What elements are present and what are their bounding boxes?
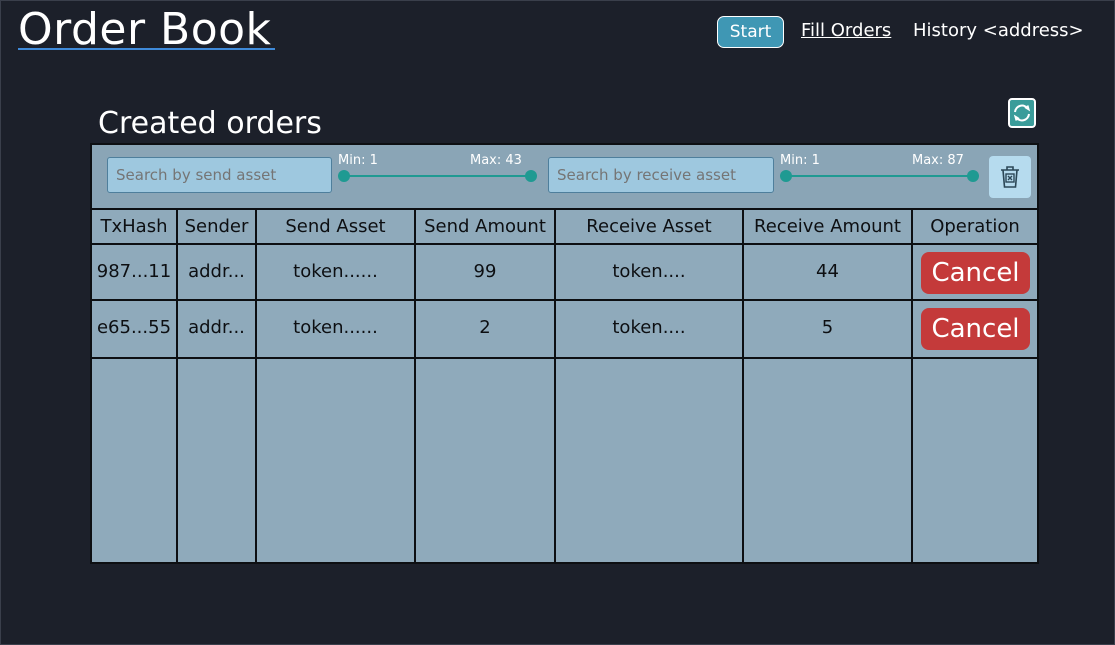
send-min-handle[interactable] bbox=[338, 170, 350, 182]
column-divider bbox=[911, 208, 913, 562]
table-rule bbox=[92, 357, 1037, 359]
send-max-label: Max: 43 bbox=[470, 153, 522, 168]
receive-max-label: Max: 87 bbox=[912, 153, 964, 168]
header-receive-asset: Receive Asset bbox=[586, 216, 712, 237]
filter-bar: Min: 1 Max: 43 Min: 1 Max: 87 bbox=[92, 145, 1037, 208]
header-receive-amount: Receive Amount bbox=[754, 216, 901, 237]
header-operation: Operation bbox=[930, 216, 1020, 237]
header-send-amount: Send Amount bbox=[424, 216, 546, 237]
send-max-handle[interactable] bbox=[525, 170, 537, 182]
send-range-track bbox=[344, 175, 530, 177]
trash-clear-icon bbox=[1001, 166, 1019, 188]
start-button[interactable]: Start bbox=[717, 16, 784, 48]
row2-send-asset: token...... bbox=[293, 317, 378, 338]
table-rule bbox=[92, 243, 1037, 245]
refresh-button[interactable] bbox=[1008, 98, 1036, 128]
table-rule bbox=[92, 208, 1037, 210]
row1-sender: addr... bbox=[188, 261, 245, 282]
row2-receive-asset: token.... bbox=[612, 317, 686, 338]
clear-filters-button[interactable] bbox=[989, 156, 1031, 198]
row1-send-amount: 99 bbox=[473, 261, 497, 282]
row1-send-asset: token...... bbox=[293, 261, 378, 282]
history-link[interactable]: History <address> bbox=[913, 18, 1084, 44]
row2-txhash: e65...55 bbox=[96, 317, 172, 338]
row1-receive-amount: 44 bbox=[816, 261, 839, 282]
fill-orders-link[interactable]: Fill Orders bbox=[801, 18, 891, 44]
row2-send-amount: 2 bbox=[479, 317, 491, 338]
row2-receive-amount: 5 bbox=[821, 317, 834, 338]
row1-txhash: 987...11 bbox=[96, 261, 172, 282]
send-asset-search-input[interactable] bbox=[107, 157, 332, 193]
header-sender: Sender bbox=[184, 216, 249, 237]
row2-sender: addr... bbox=[188, 317, 245, 338]
header-send-asset: Send Asset bbox=[285, 216, 386, 237]
orders-table: TxHash Sender Send Asset Send Amount Rec… bbox=[92, 208, 1037, 562]
refresh-icon bbox=[1013, 104, 1031, 122]
section-title: Created orders bbox=[98, 106, 322, 141]
receive-range-track bbox=[786, 175, 972, 177]
receive-max-handle[interactable] bbox=[967, 170, 979, 182]
title-underline bbox=[18, 48, 275, 50]
receive-min-handle[interactable] bbox=[780, 170, 792, 182]
row1-receive-asset: token.... bbox=[612, 261, 686, 282]
receive-asset-search-input[interactable] bbox=[548, 157, 774, 193]
receive-min-label: Min: 1 bbox=[780, 153, 820, 168]
orders-panel: Min: 1 Max: 43 Min: 1 Max: 87 bbox=[90, 143, 1039, 564]
row2-cancel-button[interactable]: Cancel bbox=[921, 308, 1030, 350]
send-min-label: Min: 1 bbox=[338, 153, 378, 168]
row1-cancel-button[interactable]: Cancel bbox=[921, 252, 1030, 294]
table-rule bbox=[92, 299, 1037, 301]
header-txhash: TxHash bbox=[100, 216, 168, 237]
